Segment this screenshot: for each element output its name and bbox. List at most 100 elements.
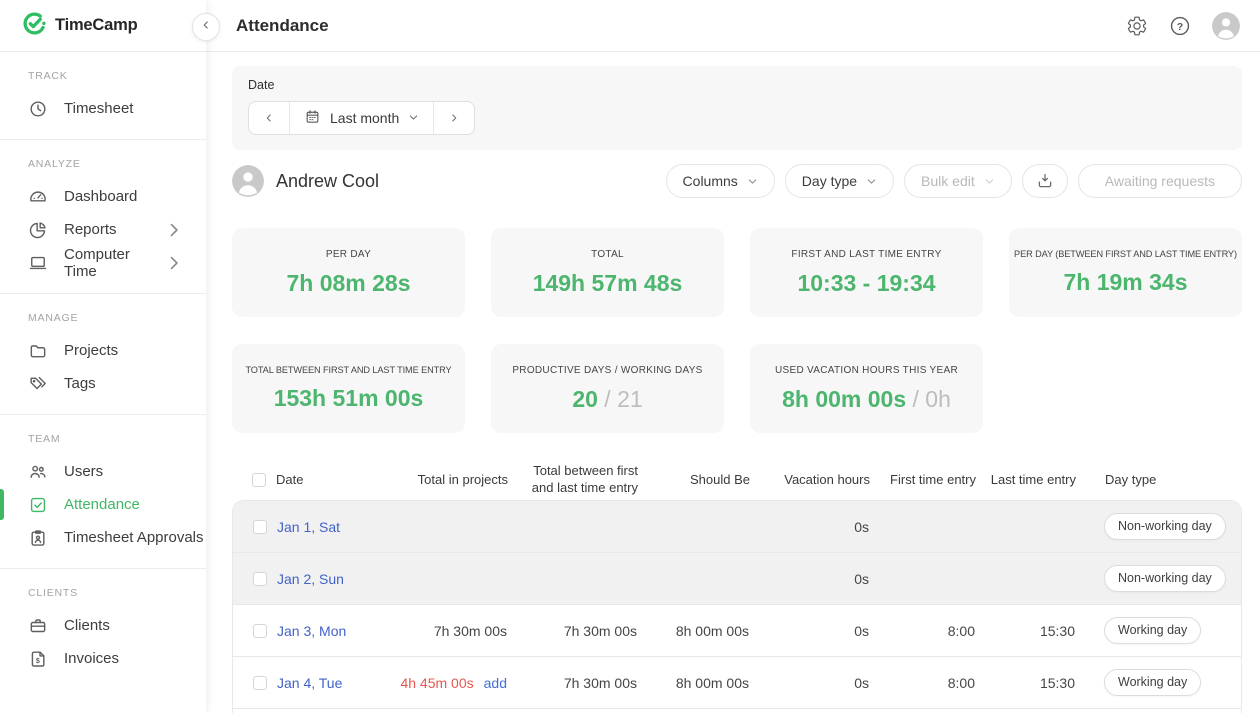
checkbox-check-icon — [28, 495, 48, 515]
day-type-cell: Non-working day — [1077, 513, 1241, 540]
row-checkbox[interactable] — [253, 572, 267, 586]
stat-label: USED VACATION HOURS THIS YEAR — [775, 365, 958, 376]
vacation-hours-cell: 0s — [751, 623, 871, 639]
stat-card-per-day: PER DAY 7h 08m 28s — [232, 228, 465, 317]
chevron-down-icon — [984, 176, 995, 187]
briefcase-icon — [28, 616, 48, 636]
sidebar-section-label: CLIENTS — [28, 587, 206, 599]
user-avatar[interactable] — [1212, 12, 1240, 40]
sidebar-item-attendance[interactable]: Attendance — [0, 488, 206, 521]
employee-name: Andrew Cool — [276, 171, 379, 192]
user-toolbar: Andrew Cool Columns Day type Bulk edit — [232, 162, 1242, 200]
sidebar-section-track: TRACK Timesheet — [0, 52, 206, 140]
row-checkbox[interactable] — [253, 624, 267, 638]
brand-name: TimeCamp — [55, 16, 137, 35]
stat-value: 8h 00m 00s / 0h — [782, 386, 951, 413]
sidebar-section-label: ANALYZE — [28, 158, 206, 170]
stat-card-per-day-between-first-and-last-time-entry-: PER DAY (BETWEEN FIRST AND LAST TIME ENT… — [1009, 228, 1242, 317]
stat-secondary-value: / 0h — [906, 386, 951, 412]
table-header-row: DateTotal in projectsTotal between first… — [232, 460, 1242, 500]
calendar-icon — [304, 108, 321, 128]
last-time-entry-cell: 15:30 — [977, 675, 1077, 691]
prev-period-button[interactable] — [249, 102, 289, 134]
sidebar-item-computer-time[interactable]: Computer Time — [0, 246, 206, 279]
sidebar-item-reports[interactable]: Reports — [0, 213, 206, 246]
clipboard-person-icon — [28, 528, 48, 548]
stat-secondary-value: / 21 — [598, 386, 643, 412]
row-checkbox-cell — [233, 624, 277, 638]
sidebar-item-dashboard[interactable]: Dashboard — [0, 180, 206, 213]
table-row-jan-2-sun: Jan 2, Sun 0s Non-working day — [233, 553, 1241, 605]
timecamp-logo[interactable]: TimeCamp — [22, 11, 137, 41]
sidebar-item-projects[interactable]: Projects — [0, 334, 206, 367]
date-link[interactable]: Jan 4, Tue — [277, 675, 342, 691]
timecamp-check-icon — [22, 11, 47, 41]
sidebar-item-label: Clients — [64, 617, 110, 634]
stat-value: 7h 19m 34s — [1063, 269, 1187, 296]
table-header-cell-last-time-entry: Last time entry — [978, 472, 1078, 489]
table-header-cell-vacation-hours: Vacation hours — [752, 472, 872, 489]
date-link[interactable]: Jan 3, Mon — [277, 623, 346, 639]
vacation-hours-cell: 0s — [751, 571, 871, 587]
sidebar-section-label: MANAGE — [28, 312, 206, 324]
attendance-table: DateTotal in projectsTotal between first… — [232, 460, 1242, 713]
next-period-button[interactable] — [434, 102, 474, 134]
stat-label: PER DAY — [326, 249, 371, 260]
sidebar-section-team: TEAMUsersAttendanceTimesheet Approvals — [0, 415, 206, 569]
day-type-cell: Non-working day — [1077, 565, 1241, 592]
sidebar-item-timesheet[interactable]: Timesheet — [0, 92, 206, 125]
row-checkbox[interactable] — [253, 676, 267, 690]
stat-value: 20 / 21 — [572, 386, 642, 413]
table-row-jan-3-mon: Jan 3, Mon7h 30m 00s7h 30m 00s8h 00m 00s… — [233, 605, 1241, 657]
date-cell: Jan 1, Sat — [277, 519, 399, 535]
date-range-dropdown[interactable]: Last month — [289, 102, 434, 134]
should-be-cell: 8h 00m 00s — [639, 675, 751, 691]
last-time-entry-cell: 15:30 — [977, 623, 1077, 639]
chevron-right-icon — [164, 253, 184, 273]
sidebar-item-clients[interactable]: Clients — [0, 609, 206, 642]
total-in-projects-cell: 7h 30m 00s — [399, 623, 509, 639]
stat-label: TOTAL BETWEEN FIRST AND LAST TIME ENTRY — [245, 365, 451, 375]
computer-icon — [28, 253, 48, 273]
row-checkbox-cell — [233, 520, 277, 534]
settings-gear-icon[interactable] — [1126, 15, 1148, 37]
stat-value: 7h 08m 28s — [286, 270, 410, 297]
stat-label: FIRST AND LAST TIME ENTRY — [791, 249, 941, 260]
tag-icon — [28, 374, 48, 394]
day-type-badge[interactable]: Working day — [1104, 617, 1201, 644]
day-type-badge[interactable]: Non-working day — [1104, 565, 1226, 592]
date-link[interactable]: Jan 2, Sun — [277, 571, 344, 587]
sidebar-section-label: TRACK — [28, 70, 206, 82]
chevron-left-icon — [263, 112, 275, 124]
date-range-control: Last month — [248, 101, 475, 135]
row-checkbox-cell — [233, 676, 277, 690]
total-in-projects-value: 4h 45m 00s — [400, 675, 473, 691]
sidebar-item-tags[interactable]: Tags — [0, 367, 206, 400]
bulk-edit-button[interactable]: Bulk edit — [904, 164, 1012, 198]
row-checkbox[interactable] — [253, 520, 267, 534]
help-icon[interactable]: ? — [1169, 15, 1191, 37]
columns-button[interactable]: Columns — [666, 164, 775, 198]
stat-card-total-between-first-and-last-time-entry: TOTAL BETWEEN FIRST AND LAST TIME ENTRY1… — [232, 344, 465, 433]
sidebar-item-timesheet-approvals[interactable]: Timesheet Approvals — [0, 521, 206, 554]
select-all-checkbox[interactable] — [252, 473, 266, 487]
table-body: Jan 1, Sat 0s Non-working day Jan 2, Sun 0s N… — [232, 500, 1242, 713]
page-content: Date Last month — [206, 52, 1260, 713]
date-link[interactable]: Jan 1, Sat — [277, 519, 340, 535]
export-button[interactable] — [1022, 164, 1068, 198]
stats-row-1: PER DAY7h 08m 28sTOTAL149h 57m 48sFIRST … — [232, 228, 1242, 317]
sidebar-section-clients: CLIENTS Clients $Invoices — [0, 569, 206, 689]
sidebar-collapse-button[interactable] — [192, 13, 220, 41]
stats-row-2: TOTAL BETWEEN FIRST AND LAST TIME ENTRY1… — [232, 344, 1242, 433]
day-type-button[interactable]: Day type — [785, 164, 894, 198]
awaiting-requests-button[interactable]: Awaiting requests — [1078, 164, 1242, 198]
stat-card-productive-days-working-days: PRODUCTIVE DAYS / WORKING DAYS20 / 21 — [491, 344, 724, 433]
sidebar-item-invoices[interactable]: $Invoices — [0, 642, 206, 675]
sidebar-item-label: Reports — [64, 221, 117, 238]
header-actions: ? — [1126, 12, 1240, 40]
total-between-cell: 7h 30m 00s — [509, 675, 639, 691]
day-type-badge[interactable]: Non-working day — [1104, 513, 1226, 540]
add-time-link[interactable]: add — [484, 675, 507, 691]
day-type-badge[interactable]: Working day — [1104, 669, 1201, 696]
sidebar-item-users[interactable]: Users — [0, 455, 206, 488]
